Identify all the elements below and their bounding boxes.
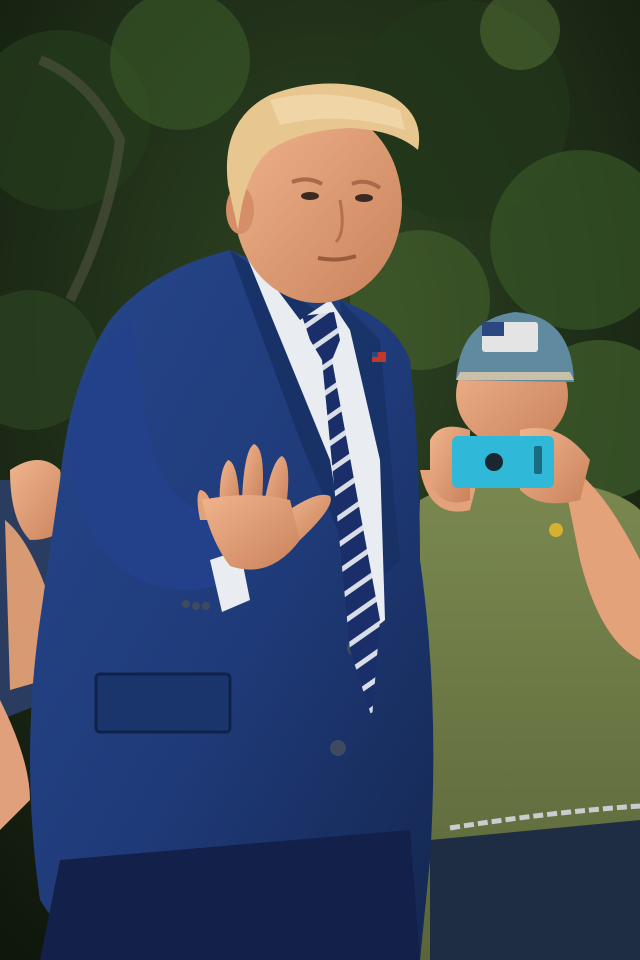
photo-illustration <box>0 0 640 960</box>
photo-scene <box>0 0 640 960</box>
